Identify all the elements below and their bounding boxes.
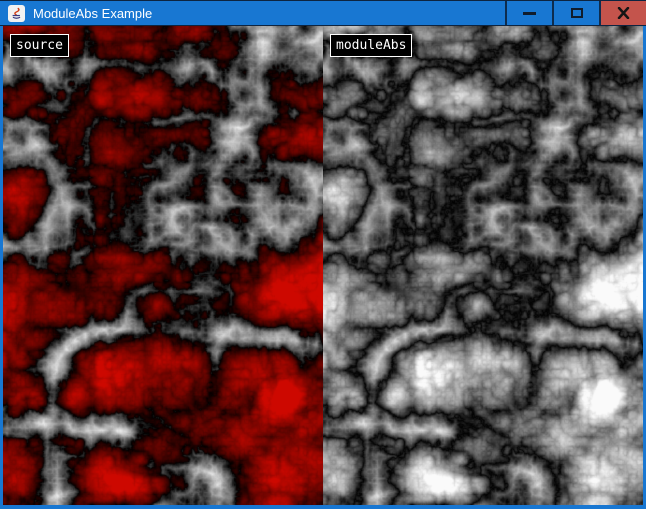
window-controls	[505, 1, 646, 25]
moduleabs-label: moduleAbs	[330, 34, 412, 57]
source-noise-image	[3, 26, 323, 505]
minimize-button[interactable]	[505, 1, 552, 25]
source-image-panel: source	[3, 26, 323, 505]
maximize-button[interactable]	[552, 1, 599, 25]
app-window: ModuleAbs Example source moduleAbs	[0, 0, 646, 509]
minimize-icon	[523, 12, 536, 15]
source-label: source	[10, 34, 69, 57]
maximize-icon	[571, 8, 583, 18]
close-icon	[617, 7, 630, 19]
java-coffee-cup-icon	[8, 5, 25, 22]
close-button[interactable]	[599, 1, 646, 25]
window-title: ModuleAbs Example	[33, 6, 505, 21]
moduleabs-image-panel: moduleAbs	[323, 26, 643, 505]
titlebar[interactable]: ModuleAbs Example	[0, 0, 646, 26]
moduleabs-noise-image	[323, 26, 643, 505]
content-area: source moduleAbs	[0, 26, 646, 509]
